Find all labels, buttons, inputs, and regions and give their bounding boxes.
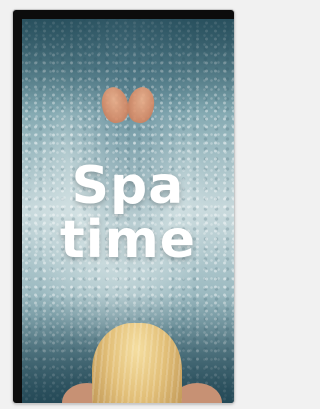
hot-tub-photo: Spa time bbox=[22, 19, 234, 403]
story-card[interactable]: Spa time bbox=[13, 10, 234, 403]
title-line-2: time bbox=[59, 210, 197, 270]
feet bbox=[98, 84, 157, 127]
title-line-1: Spa bbox=[71, 156, 185, 216]
blonde-head bbox=[92, 323, 182, 403]
story-title: Spa time bbox=[22, 159, 234, 267]
